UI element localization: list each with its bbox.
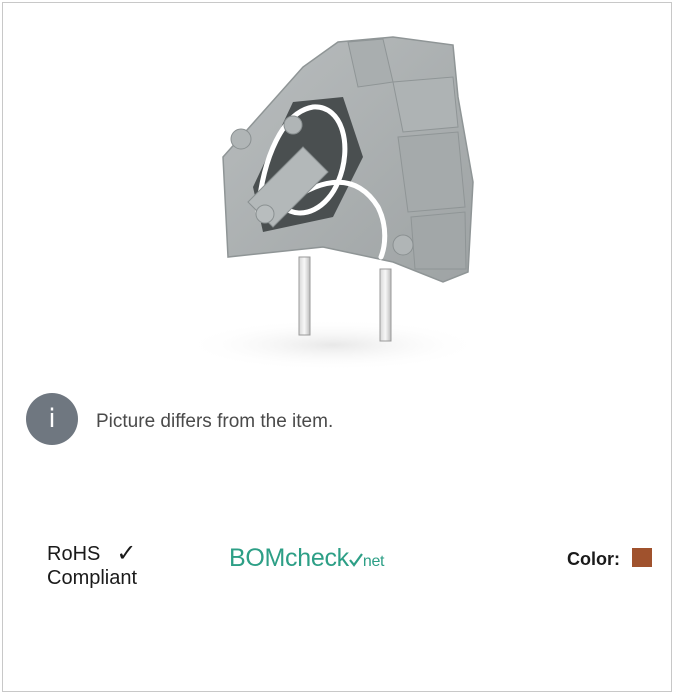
checkmark-icon: ✓	[116, 539, 137, 567]
info-icon-glyph: i	[48, 404, 56, 434]
picture-notice: Picture differs from the item.	[96, 411, 334, 432]
bomcheck-logo-text: BOMcheck	[229, 544, 349, 572]
bomcheck-logo-suffix: net	[362, 553, 385, 570]
bomcheck-check-icon	[349, 553, 363, 567]
bomcheck-logo[interactable]: BOMcheck net	[229, 544, 385, 573]
terminal-block-image	[183, 36, 483, 371]
rohs-compliance: RoHS ✓ Compliant	[47, 541, 187, 590]
color-label: Color:	[567, 549, 620, 569]
rohs-label: RoHS	[47, 543, 101, 565]
rohs-compliant-label: Compliant	[47, 567, 138, 589]
product-card: i Picture differs from the item. RoHS ✓ C…	[2, 2, 672, 692]
color-swatch	[632, 548, 652, 567]
info-icon: i	[26, 393, 78, 445]
